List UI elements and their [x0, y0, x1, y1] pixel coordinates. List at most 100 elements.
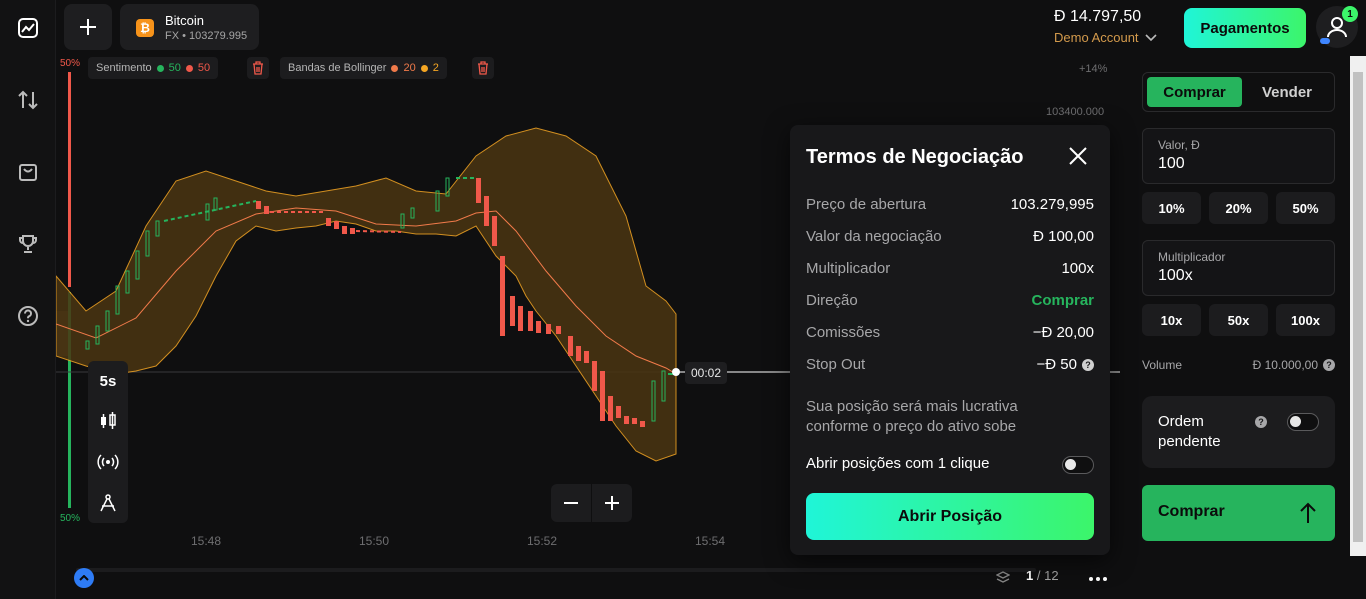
shopping-bag-icon[interactable]	[16, 160, 40, 184]
pending-order-card: Ordem pendente ?	[1142, 396, 1335, 468]
candle-countdown: 00:02	[685, 362, 728, 384]
close-icon[interactable]	[1067, 145, 1089, 167]
terms-key: Multiplicador	[806, 260, 891, 277]
sentiment-indicator-chip[interactable]: Sentimento 50 50	[88, 57, 219, 79]
multiplier-field[interactable]: Multiplicador 100x	[1142, 240, 1335, 296]
up-dot	[156, 64, 164, 72]
current-price-dot	[672, 368, 680, 376]
trading-terms-popup: Termos de Negociação Preço de abertura 1…	[790, 125, 1110, 555]
transfer-icon[interactable]	[16, 88, 40, 112]
sentiment-down-pct: 50%	[60, 58, 81, 69]
signal-icon[interactable]	[88, 442, 128, 482]
minus-icon	[564, 502, 578, 504]
bollinger-band	[56, 127, 677, 462]
scrollbar-thumb[interactable]	[1353, 72, 1363, 542]
chart-toolbar: 5s	[88, 361, 128, 523]
timeframe-button[interactable]: 5s	[88, 361, 128, 401]
profile-button[interactable]: 1	[1316, 6, 1358, 48]
popup-title: Termos de Negociação	[806, 146, 1024, 168]
price-axis-label: 103400.000	[1046, 106, 1105, 118]
plus-icon	[605, 496, 619, 510]
drawing-icon[interactable]	[88, 483, 128, 523]
remove-sentiment-button[interactable]	[247, 57, 269, 79]
bollinger-dev: 2	[432, 62, 439, 74]
zoom-out-button[interactable]	[551, 484, 591, 522]
trophy-icon[interactable]	[16, 232, 40, 256]
payments-button[interactable]: Pagamentos	[1184, 8, 1306, 48]
notification-badge: 1	[1342, 6, 1358, 22]
time-label: 15:48	[191, 534, 222, 548]
amount-chip[interactable]: 20%	[1209, 192, 1268, 224]
terms-key: Stop Out	[806, 356, 866, 373]
multiplier-chip[interactable]: 100x	[1276, 304, 1335, 336]
terms-row: Stop Out −Đ 50 ?	[806, 356, 1094, 373]
scrollbar[interactable]	[1350, 56, 1366, 556]
trash-icon	[253, 61, 263, 75]
trash-icon	[478, 61, 488, 75]
page-indicator: 1 / 12	[1026, 568, 1059, 583]
multiplier-value[interactable]: 100x	[1158, 267, 1193, 285]
time-label: 15:54	[695, 534, 726, 548]
account-selector[interactable]: Demo Account	[1054, 30, 1157, 45]
terms-value: −Đ 50	[1036, 356, 1077, 373]
chart-icon[interactable]	[16, 16, 40, 40]
help-icon[interactable]: ?	[1082, 358, 1094, 371]
multiplier-chip[interactable]: 50x	[1209, 304, 1268, 336]
add-asset-button[interactable]	[64, 4, 112, 50]
change-label: +14%	[1079, 63, 1108, 75]
status-indicator	[1320, 38, 1330, 44]
asset-tab-bitcoin[interactable]: ₿ Bitcoin FX • 103279.995	[120, 4, 259, 50]
direction-switch: Comprar Vender	[1142, 72, 1335, 112]
help-icon[interactable]	[16, 304, 40, 328]
terms-row: Preço de abertura 103.279,995	[806, 196, 1094, 213]
help-icon[interactable]: ?	[1255, 416, 1267, 428]
down-dot	[185, 64, 193, 72]
multiplier-label: Multiplicador	[1158, 250, 1226, 264]
sentiment-label: Sentimento	[96, 62, 152, 74]
trading-app: ₿ Bitcoin FX • 103279.995 Đ 14.797,50 De…	[0, 0, 1366, 599]
more-options-icon[interactable]	[1089, 568, 1107, 586]
sentiment-up-pct: 50%	[60, 513, 81, 524]
tab-sell[interactable]: Vender	[1242, 77, 1332, 107]
timeline-bar[interactable]	[56, 566, 1120, 588]
chevron-up-icon	[79, 575, 89, 581]
order-panel: Comprar Vender Valor, Đ 100 10% 20% 50% …	[1120, 56, 1350, 599]
remove-bollinger-button[interactable]	[472, 57, 494, 79]
candles-icon[interactable]	[88, 401, 128, 441]
direction-value: Comprar	[1031, 292, 1094, 309]
left-nav	[0, 0, 56, 599]
sentiment-down-bar	[68, 72, 71, 287]
amount-field[interactable]: Valor, Đ 100	[1142, 128, 1335, 184]
amount-value[interactable]: 100	[1158, 155, 1185, 173]
multiplier-chip[interactable]: 10x	[1142, 304, 1201, 336]
help-icon[interactable]: ?	[1323, 359, 1335, 371]
amount-label: Valor, Đ	[1158, 138, 1200, 152]
time-label: 15:52	[527, 534, 558, 548]
one-click-toggle[interactable]	[1062, 456, 1094, 474]
zoom-in-button[interactable]	[592, 484, 632, 522]
pending-order-label: Ordem pendente	[1158, 413, 1221, 450]
terms-value: 100x	[1061, 260, 1094, 277]
account-balance: Đ 14.797,50	[1054, 8, 1142, 25]
bollinger-indicator-chip[interactable]: Bandas de Bollinger 20 2	[280, 57, 447, 79]
sentiment-up-value: 50	[168, 62, 181, 74]
open-position-button[interactable]: Abrir Posição	[806, 493, 1094, 540]
terms-value: Đ 100,00	[1033, 228, 1094, 245]
amount-chip[interactable]: 50%	[1276, 192, 1335, 224]
page-current: 1	[1026, 568, 1034, 583]
layers-icon[interactable]	[995, 570, 1011, 588]
timeline-handle[interactable]	[74, 568, 94, 588]
dev-dot	[420, 64, 428, 72]
one-click-label: Abrir posições com 1 clique	[806, 455, 990, 472]
timeline-track[interactable]	[76, 568, 1036, 572]
terms-row: Direção Comprar	[806, 292, 1094, 309]
pending-order-toggle[interactable]	[1287, 413, 1319, 431]
amount-chip[interactable]: 10%	[1142, 192, 1201, 224]
arrow-up-icon	[1300, 502, 1316, 523]
sentiment-down-value: 50	[197, 62, 211, 74]
buy-button[interactable]: Comprar	[1142, 485, 1335, 541]
tab-buy[interactable]: Comprar	[1147, 77, 1242, 107]
bitcoin-icon: ₿	[136, 19, 154, 37]
terms-row: Valor da negociação Đ 100,00	[806, 228, 1094, 245]
terms-value: 103.279,995	[1010, 196, 1094, 213]
